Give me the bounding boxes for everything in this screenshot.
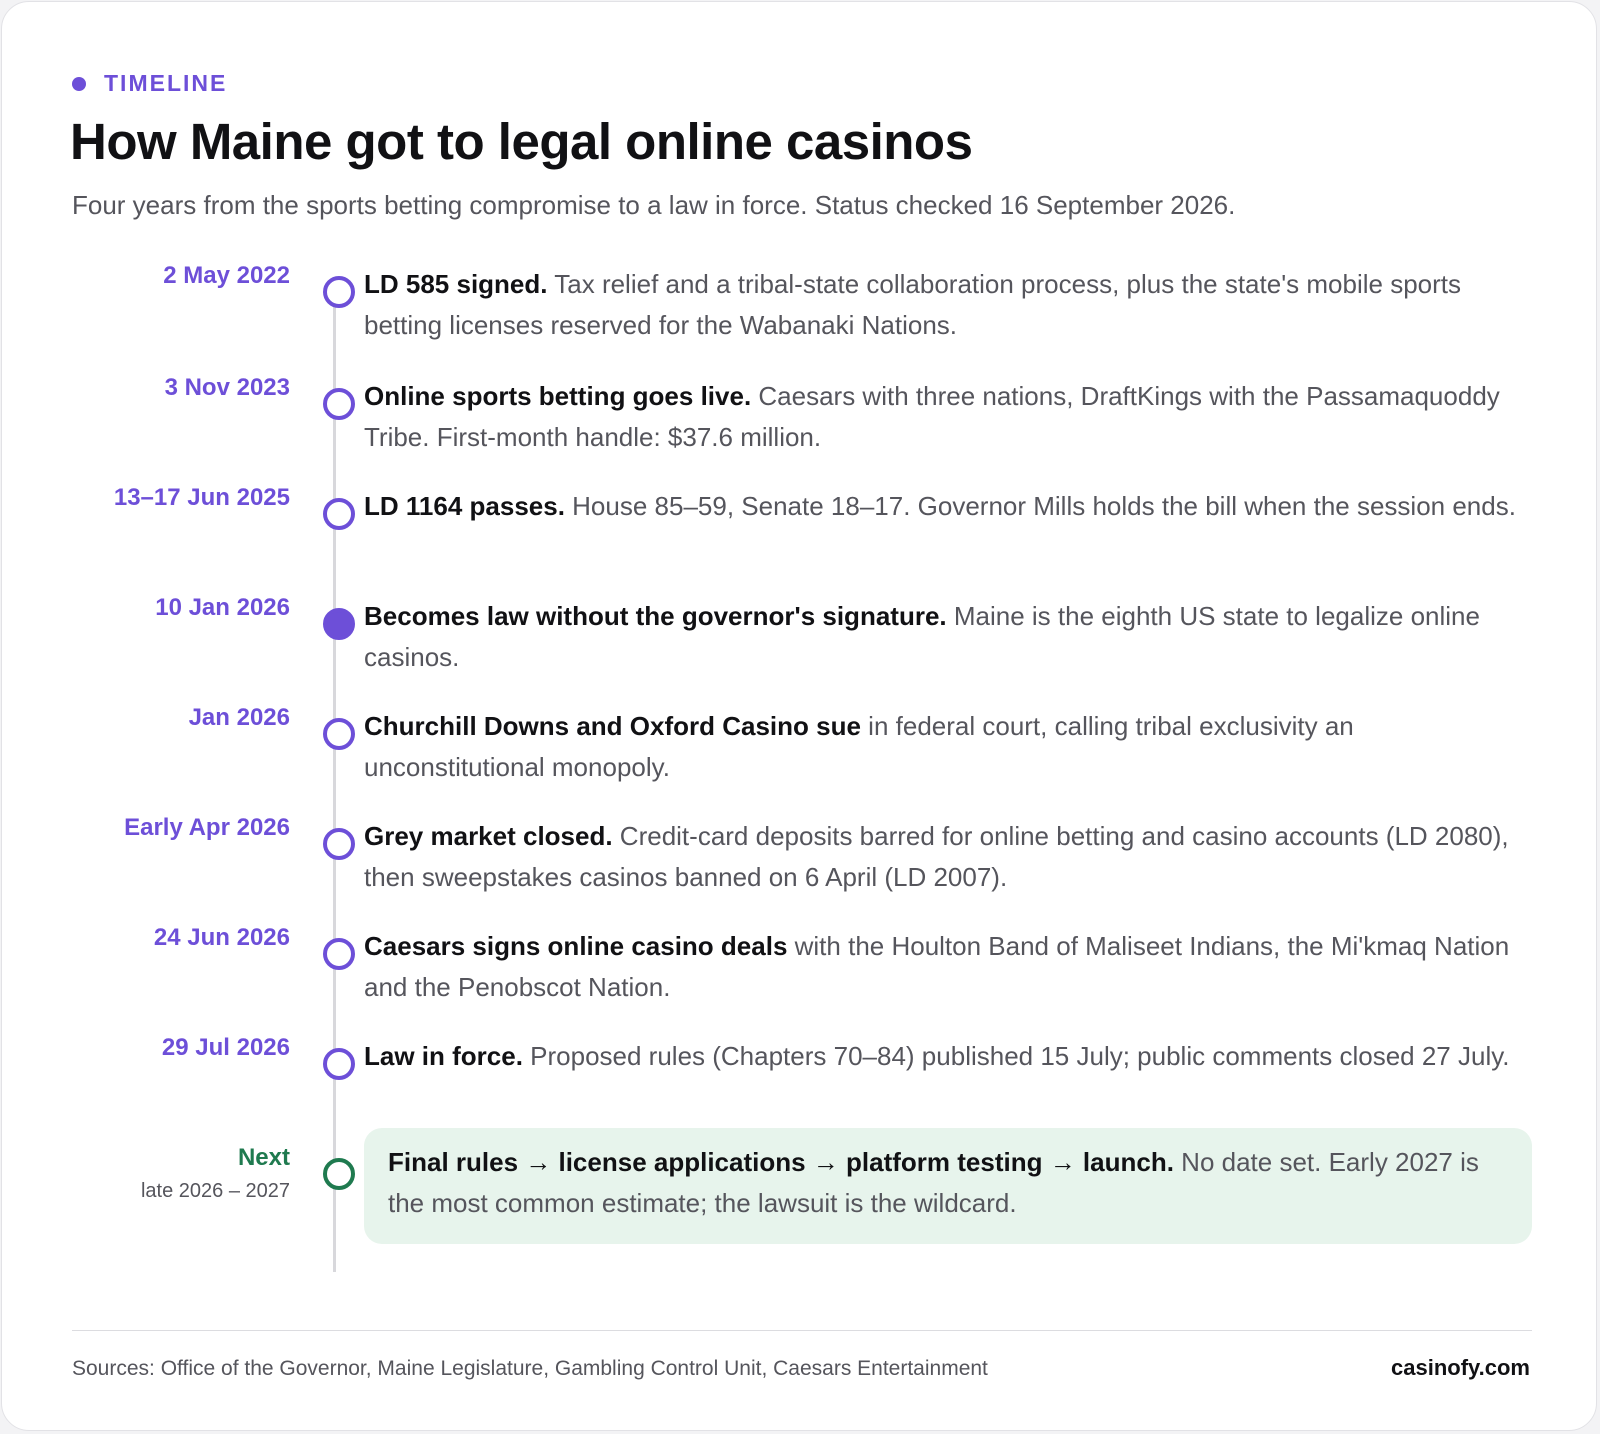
milestone-marker-icon <box>323 828 355 860</box>
event-headline: Caesars signs online casino deals <box>364 931 788 961</box>
event-text: Caesars signs online casino deals with t… <box>364 926 1524 1008</box>
sources-note: Sources: Office of the Governor, Maine L… <box>72 1357 988 1380</box>
event-text: Churchill Downs and Oxford Casino sue in… <box>364 706 1524 788</box>
event-headline: Law in force. <box>364 1041 523 1071</box>
page-title: How Maine got to legal online casinos <box>70 113 973 170</box>
event-date: 24 Jun 2026 <box>153 924 290 951</box>
next-date: Next late 2026 – 2027 <box>141 1144 290 1203</box>
event-headline: Online sports betting goes live. <box>364 381 752 411</box>
event-text: Becomes law without the governor's signa… <box>364 596 1524 678</box>
footer-divider <box>72 1330 1532 1331</box>
timeline-rail <box>333 292 336 1272</box>
event-date: 10 Jan 2026 <box>155 594 290 621</box>
event-headline: Churchill Downs and Oxford Casino sue <box>364 711 861 741</box>
event-headline: Becomes law without the governor's signa… <box>364 601 947 631</box>
event-date: Jan 2026 <box>188 704 290 731</box>
event-date: 2 May 2022 <box>163 262 290 289</box>
eyebrow-label: TIMELINE <box>104 70 228 96</box>
milestone-marker-icon <box>323 1048 355 1080</box>
page-subtitle: Four years from the sports betting compr… <box>72 190 1236 220</box>
eyebrow: TIMELINE <box>72 70 227 97</box>
event-headline: LD 585 signed. <box>364 269 548 299</box>
milestone-filled-marker-icon <box>323 608 355 640</box>
next-marker-icon <box>323 1158 355 1190</box>
event-text: Grey market closed. Credit-card deposits… <box>364 816 1524 898</box>
next-timeframe: late 2026 – 2027 <box>140 1180 290 1202</box>
milestone-marker-icon <box>323 276 355 308</box>
event-text: LD 585 signed. Tax relief and a tribal-s… <box>364 264 1524 346</box>
event-date: Early Apr 2026 <box>124 814 290 841</box>
next-steps-callout: Final rules → license applications → pla… <box>364 1128 1532 1244</box>
event-headline: LD 1164 passes. <box>364 491 565 521</box>
event-date: 3 Nov 2023 <box>164 374 290 401</box>
event-detail: House 85–59, Senate 18–17. Governor Mill… <box>564 491 1516 521</box>
event-text: LD 1164 passes. House 85–59, Senate 18–1… <box>364 486 1524 527</box>
event-detail: Proposed rules (Chapters 70–84) publishe… <box>522 1041 1510 1071</box>
event-date: 13–17 Jun 2025 <box>113 484 290 511</box>
next-headline: Final rules → license applications → pla… <box>388 1147 1174 1177</box>
eyebrow-dot-icon <box>72 76 86 91</box>
event-headline: Grey market closed. <box>364 821 613 851</box>
milestone-marker-icon <box>323 388 355 420</box>
brand-wordmark: casinofy.com <box>1391 1355 1530 1380</box>
event-text: Online sports betting goes live. Caesars… <box>364 376 1524 458</box>
event-date: 29 Jul 2026 <box>161 1034 290 1061</box>
timeline-card: TIMELINE How Maine got to legal online c… <box>1 1 1597 1431</box>
event-text: Law in force. Proposed rules (Chapters 7… <box>364 1036 1524 1077</box>
milestone-marker-icon <box>323 498 355 530</box>
milestone-marker-icon <box>323 718 355 750</box>
next-label: Next <box>237 1144 290 1171</box>
milestone-marker-icon <box>323 938 355 970</box>
